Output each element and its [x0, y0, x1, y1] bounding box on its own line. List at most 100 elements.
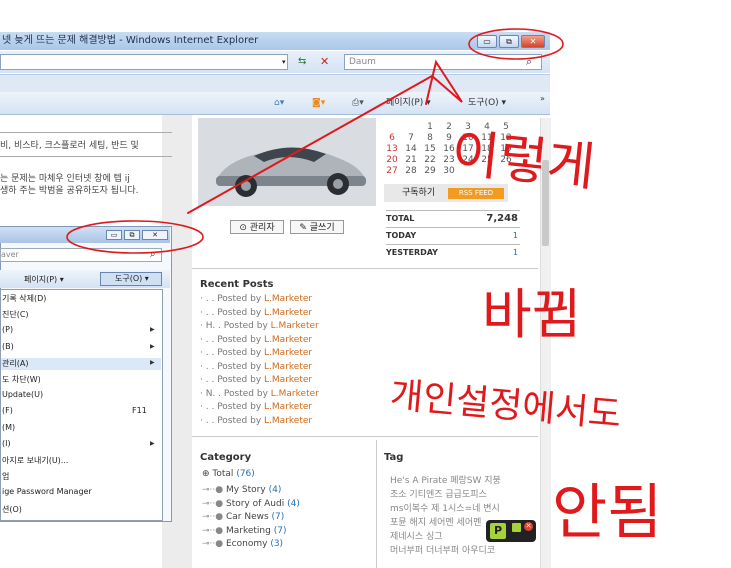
maximize-button[interactable]: ⧉	[499, 35, 519, 48]
recent-post-item[interactable]: · . . Posted by L.Marketer	[200, 348, 312, 358]
admin-button[interactable]: ⊙ 관리자	[230, 220, 284, 234]
divider	[386, 244, 520, 245]
calendar-day[interactable]: 14	[405, 144, 417, 154]
tools-menu-item[interactable]: 기록 삭제(D)	[2, 293, 162, 304]
tools-menu-item[interactable]: 아지로 보내기(U)...	[2, 455, 162, 466]
post-author[interactable]: L.Marketer	[264, 416, 312, 426]
category-item[interactable]: ⊸··● Story of Audi (4)	[202, 499, 300, 509]
tools-menu-item[interactable]: 관리(A) ▶	[2, 358, 162, 369]
tag-line[interactable]: 머너부퍼 더너부퍼 아우디코	[390, 543, 495, 556]
calendar-day[interactable]: 20	[386, 155, 398, 165]
recent-post-item[interactable]: · . . Posted by L.Marketer	[200, 308, 312, 318]
tools-menu-item[interactable]: 션(O)	[2, 504, 162, 515]
menu-item-label: 관리(A)	[2, 358, 29, 368]
popup-page-menu[interactable]: 페이지(P) ▾	[24, 274, 64, 285]
tag-line[interactable]: 제네시스 싱그	[390, 529, 443, 542]
tools-menu-item[interactable]: ige Password Manager	[2, 487, 162, 496]
menu-item-label: (M)	[2, 422, 16, 432]
overflow-chevron-icon[interactable]: »	[540, 92, 545, 106]
post-author[interactable]: L.Marketer	[264, 335, 312, 345]
popup-tools-menu[interactable]: 도구(O) ▾	[100, 272, 162, 286]
search-icon[interactable]: ⌕	[526, 55, 532, 69]
tools-menu-item[interactable]: 도 차단(W)	[2, 374, 162, 385]
write-button[interactable]: ✎ 글쓰기	[290, 220, 344, 234]
category-item[interactable]: ⊸··● Economy (3)	[202, 539, 283, 549]
address-input[interactable]	[0, 54, 288, 70]
refresh-icon[interactable]: ⇆	[298, 56, 306, 67]
post-author[interactable]: L.Marketer	[264, 375, 312, 385]
menu-item-label: (F)	[2, 406, 13, 416]
category-item[interactable]: ⊸··● Car News (7)	[202, 512, 284, 522]
recent-post-item[interactable]: · . . Posted by L.Marketer	[200, 416, 312, 426]
stop-icon[interactable]: ✕	[320, 55, 329, 68]
category-count: (4)	[287, 498, 300, 509]
tools-menu-item[interactable]: 업	[2, 471, 162, 482]
popup-minimize-button[interactable]: ▭	[106, 230, 122, 240]
recent-post-item[interactable]: · . . Posted by L.Marketer	[200, 294, 312, 304]
tag-title: Tag	[384, 452, 404, 463]
category-total[interactable]: ⊕ Total (76)	[202, 469, 255, 479]
widget-check-icon[interactable]	[512, 523, 521, 532]
submenu-arrow-icon: ▶	[150, 326, 155, 334]
post-lead: · . .	[200, 294, 215, 304]
minimize-button[interactable]: ▭	[477, 35, 497, 48]
post-author[interactable]: L.Marketer	[264, 308, 312, 318]
tools-menu-item[interactable]: (P) ▶	[2, 325, 162, 334]
tools-menu-item[interactable]: (F) F11	[2, 406, 162, 415]
submenu-arrow-icon: ▶	[150, 439, 155, 447]
popup-search-icon[interactable]: ⌕	[150, 249, 156, 260]
popup-search-input[interactable]: aver	[0, 248, 162, 262]
calendar-day[interactable]: 15	[424, 144, 436, 154]
calendar-day[interactable]: 29	[424, 166, 436, 176]
calendar-day[interactable]: 27	[386, 166, 398, 176]
category-item[interactable]: ⊸··● Marketing (7)	[202, 526, 286, 536]
tag-line[interactable]: ms이복수 제 1시스=네 변시	[390, 501, 500, 514]
calendar-day[interactable]: 7	[405, 133, 417, 143]
recent-post-item[interactable]: · . . Posted by L.Marketer	[200, 402, 312, 412]
recent-post-item[interactable]: · . . Posted by L.Marketer	[200, 362, 312, 372]
menu-item-label: 진단(C)	[2, 310, 29, 320]
post-author[interactable]: L.Marketer	[264, 294, 312, 304]
recent-post-item[interactable]: · . . Posted by L.Marketer	[200, 335, 312, 345]
calendar-day[interactable]: 1	[424, 122, 436, 132]
feeds-icon[interactable]: ◙▾	[312, 96, 325, 110]
home-icon[interactable]: ⌂▾	[274, 96, 284, 110]
post-author[interactable]: L.Marketer	[271, 389, 319, 399]
tag-line[interactable]: He's A Pirate 폐랑SW 지붕	[390, 473, 501, 486]
menu-item-label: (I)	[2, 438, 11, 448]
popup-close-button[interactable]: ✕	[142, 230, 168, 240]
recent-post-item[interactable]: · H. . Posted by L.Marketer	[200, 321, 319, 331]
widget-close-icon[interactable]: ✕	[524, 522, 533, 531]
post-author[interactable]: L.Marketer	[264, 402, 312, 412]
popup-maximize-button[interactable]: ⧉	[124, 230, 140, 240]
close-button[interactable]: ✕	[521, 35, 545, 48]
search-input[interactable]: Daum	[344, 54, 542, 70]
tools-menu-item[interactable]: Update(U)	[2, 390, 162, 399]
tools-menu-item[interactable]: (B) ▶	[2, 342, 162, 351]
post-author[interactable]: L.Marketer	[271, 321, 319, 331]
calendar-day[interactable]: 21	[405, 155, 417, 165]
recent-post-item[interactable]: · . . Posted by L.Marketer	[200, 375, 312, 385]
calendar-day[interactable]: 13	[386, 144, 398, 154]
tools-menu-item[interactable]: (M)	[2, 423, 162, 432]
page-menu[interactable]: 페이지(P) ▾	[386, 96, 431, 110]
tag-line[interactable]: 포뮨 해지 세어멘 세어멘	[390, 515, 481, 528]
calendar-day[interactable]: 28	[405, 166, 417, 176]
print-icon[interactable]: ⎙▾	[352, 96, 364, 110]
tree-branch-icon: ⊸··●	[202, 485, 226, 495]
widget-p-icon[interactable]: P	[490, 523, 506, 539]
recent-post-item[interactable]: · N. . Posted by L.Marketer	[200, 389, 319, 399]
post-author[interactable]: L.Marketer	[264, 348, 312, 358]
address-dropdown-icon[interactable]: ▾	[282, 58, 286, 66]
tools-menu[interactable]: 도구(O) ▾	[468, 96, 506, 110]
floating-toolbar-widget[interactable]: P ✕	[486, 520, 536, 542]
calendar-day[interactable]: 6	[386, 133, 398, 143]
tools-menu-item[interactable]: 진단(C)	[2, 309, 162, 320]
post-author[interactable]: L.Marketer	[264, 362, 312, 372]
tools-menu-item[interactable]: (I) ▶	[2, 439, 162, 448]
calendar-day[interactable]: 8	[424, 133, 436, 143]
calendar-day[interactable]: 22	[424, 155, 436, 165]
post-by-label: Posted by	[217, 415, 262, 426]
tag-line[interactable]: 조소 기티엔즈 급급도피스	[390, 487, 487, 500]
category-item[interactable]: ⊸··● My Story (4)	[202, 485, 281, 495]
